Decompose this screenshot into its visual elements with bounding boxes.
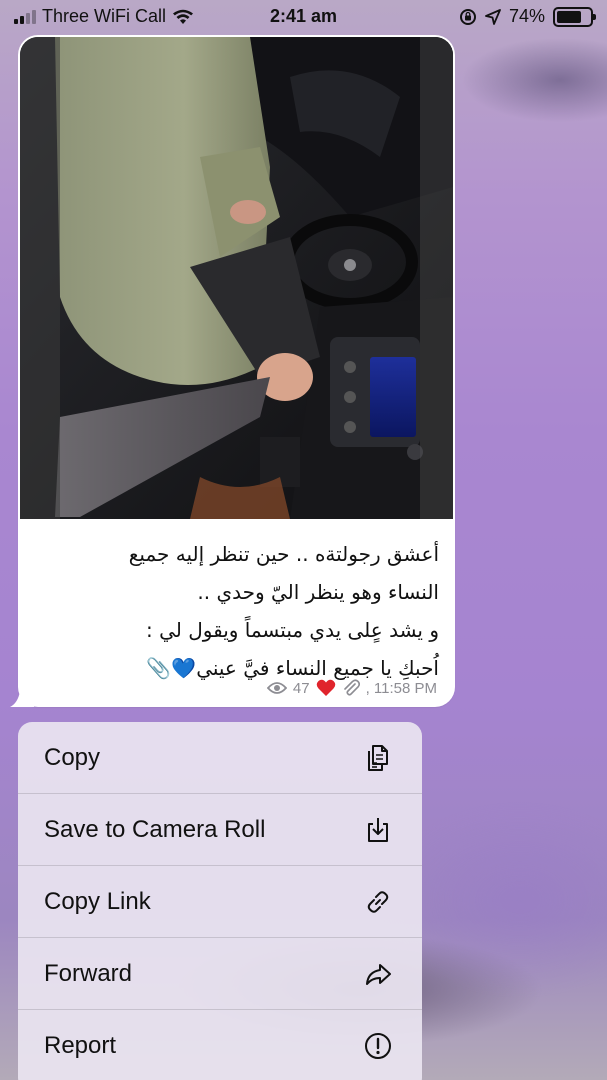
- menu-item-report[interactable]: Report: [18, 1010, 422, 1080]
- menu-item-copy[interactable]: Copy: [18, 722, 422, 794]
- menu-item-label: Copy: [44, 743, 101, 771]
- status-right: 74%: [459, 6, 596, 27]
- menu-item-label: Copy Link: [44, 887, 151, 915]
- menu-item-label: Save to Camera Roll: [44, 815, 266, 843]
- menu-item-label: Forward: [44, 959, 133, 987]
- exclamation-circle-icon: [362, 1030, 394, 1062]
- location-arrow-icon: [485, 8, 501, 25]
- battery-percent: 74%: [508, 6, 545, 26]
- context-menu: Copy Save to Camera Roll Copy Link Forwa…: [18, 722, 422, 1080]
- forward-icon: [362, 958, 394, 990]
- paperclip-icon: [343, 679, 360, 696]
- caption-line: النساء وهو ينظر اليّ وحدي ..: [197, 580, 439, 604]
- link-icon: [362, 886, 394, 918]
- screen-rotation-lock-icon: [459, 8, 476, 25]
- battery-fill: [557, 10, 581, 23]
- menu-item-label: Report: [44, 1032, 117, 1059]
- save-download-icon: [362, 814, 394, 846]
- message-photo[interactable]: [20, 37, 453, 519]
- menu-item-forward[interactable]: Forward: [18, 938, 422, 1010]
- battery-icon: [553, 6, 596, 27]
- message-time: , 11:58 PM: [365, 679, 437, 697]
- message-bubble[interactable]: أعشق رجولتةه .. حين تنظر إليه جميع النسا…: [10, 35, 455, 707]
- bubble-tail: [10, 685, 34, 707]
- menu-item-save-to-camera-roll[interactable]: Save to Camera Roll: [18, 794, 422, 866]
- view-count: 47: [292, 679, 310, 697]
- copy-icon: [362, 742, 394, 774]
- menu-item-copy-link[interactable]: Copy Link: [18, 866, 422, 938]
- caption-line: أعشق رجولتةه .. حين تنظر إليه جميع: [128, 542, 439, 566]
- message-meta: 47 , 11:58 PM: [266, 679, 437, 697]
- message-caption[interactable]: أعشق رجولتةه .. حين تنظر إليه جميع النسا…: [36, 535, 439, 687]
- status-bar: Three WiFi Call 2:41 am 74%: [0, 0, 607, 34]
- car-interior-photo: [20, 37, 453, 519]
- caption-line: و يشد عٍلى يدي مبتسماً ويقول لي :: [146, 618, 439, 642]
- eye-icon: [266, 682, 287, 694]
- heart-icon[interactable]: [316, 679, 336, 697]
